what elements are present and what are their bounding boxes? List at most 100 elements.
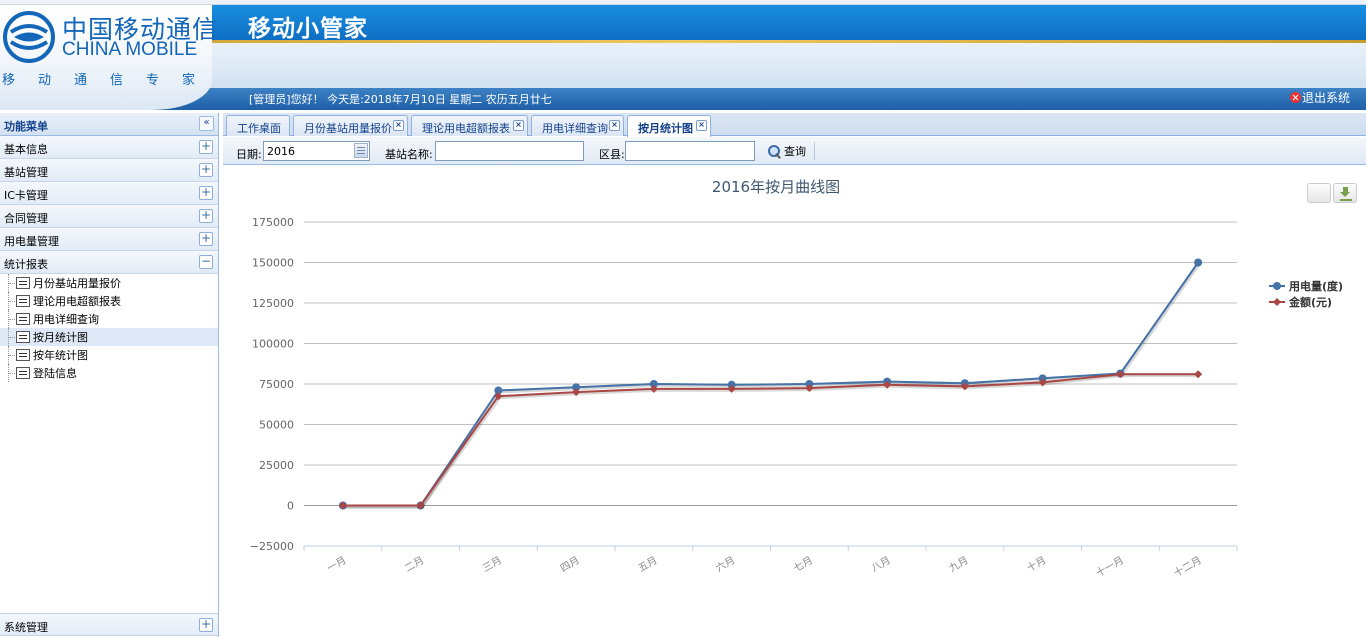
expand-icon[interactable]: +: [199, 232, 213, 246]
y-tick-label: 0: [287, 500, 294, 513]
y-tick-label: 100000: [252, 338, 294, 351]
x-tick-label: 十月: [1024, 553, 1048, 574]
chart-menu-button[interactable]: [1307, 183, 1331, 203]
close-icon[interactable]: ×: [393, 120, 404, 131]
menu-section-system-management[interactable]: 系统管理 +: [0, 613, 218, 636]
tree-line: [8, 310, 16, 328]
sidebar-header: 功能菜单 «: [0, 113, 218, 136]
download-icon-base: [1340, 199, 1352, 201]
tab-label: 用电详细查询: [542, 122, 608, 135]
tree-line: [8, 364, 16, 382]
menu-item-theoretical-power-excess-report[interactable]: 理论用电超额报表: [0, 292, 218, 310]
legend-label: 金额(元): [1288, 295, 1332, 309]
sidebar: 功能菜单 « 基本信息 + 基站管理 + IC卡管理 + 合同管理 + 用电量管…: [0, 113, 219, 637]
expand-icon[interactable]: +: [199, 140, 213, 154]
report-icon: [16, 295, 30, 307]
calendar-icon[interactable]: [354, 143, 368, 158]
menu-section-power-usage-management[interactable]: 用电量管理 +: [0, 228, 218, 251]
tab-label: 理论用电超额报表: [422, 122, 510, 135]
menu-item-monthly-chart[interactable]: 按月统计图: [0, 328, 218, 346]
tab-power-detail-query[interactable]: 用电详细查询 ×: [531, 115, 624, 136]
menu-item-label: 月份基站用量报价: [33, 277, 121, 290]
menu-item-label: 登陆信息: [33, 367, 77, 380]
x-tick-label: 九月: [947, 554, 970, 574]
menu-item-label: 按月统计图: [33, 331, 88, 344]
sidebar-collapse-button[interactable]: «: [199, 116, 214, 131]
series-line-shadow: [343, 373, 1200, 509]
download-icon: [1340, 187, 1351, 199]
menu-section-label: 基本信息: [4, 143, 48, 156]
y-tick-label: 50000: [259, 419, 294, 432]
tab-label: 月份基站用量报价: [304, 122, 392, 135]
tab-monthly-station-usage-quote[interactable]: 月份基站用量报价 ×: [293, 115, 408, 136]
logout-button[interactable]: 退出系统: [1290, 89, 1350, 106]
x-tick-label: 四月: [558, 554, 581, 574]
tab-label: 按月统计图: [638, 122, 693, 135]
legend-label: 用电量(度): [1289, 279, 1343, 293]
tab-bar: 工作桌面 月份基站用量报价 × 理论用电超额报表 × 用电详细查询 × 按月统计…: [223, 113, 1366, 137]
brand-slogan: 移动通信专家: [2, 73, 207, 88]
menu-item-login-info[interactable]: 登陆信息: [0, 364, 218, 382]
close-circle-icon: [1290, 92, 1301, 103]
expand-icon[interactable]: +: [199, 209, 213, 223]
menu-section-station-management[interactable]: 基站管理 +: [0, 159, 218, 182]
query-button[interactable]: 查询: [768, 142, 815, 160]
expand-icon[interactable]: +: [199, 163, 213, 177]
tree-line: [8, 328, 16, 346]
menu-item-monthly-station-usage-quote[interactable]: 月份基站用量报价: [0, 274, 218, 292]
query-toolbar: 日期: 基站名称: 区县: 查询: [223, 137, 1366, 165]
chart-axes: −25000 0 25000 50000 75000 100000 125000 150000…: [250, 216, 1238, 580]
expand-icon[interactable]: +: [199, 618, 213, 632]
station-name-label: 基站名称:: [385, 148, 433, 161]
x-tick-label: 三月: [481, 554, 504, 574]
tab-theoretical-power-excess-report[interactable]: 理论用电超额报表 ×: [411, 115, 528, 136]
x-tick-label: 八月: [869, 554, 892, 574]
menu-section-basic-info[interactable]: 基本信息 +: [0, 136, 218, 159]
monthly-line-chart: 2016年按月曲线图 −25000 0 25000 50000 75000 100000 1…: [250, 178, 1343, 580]
tab-monthly-chart[interactable]: 按月统计图 ×: [627, 115, 711, 137]
chart-export-button[interactable]: [1333, 183, 1357, 203]
menu-section-label: 用电量管理: [4, 235, 59, 248]
station-name-input[interactable]: [435, 141, 584, 161]
collapse-icon[interactable]: −: [199, 255, 213, 269]
x-tick-label: 六月: [714, 554, 737, 574]
brand-logo: 中国移动通信 CHINA MOBILE 移动通信专家: [0, 5, 217, 110]
menu-item-label: 用电详细查询: [33, 313, 99, 326]
menu-item-label: 理论用电超额报表: [33, 295, 121, 308]
report-icon: [16, 277, 30, 289]
tree-line: [8, 346, 16, 364]
menu-section-statistics-reports[interactable]: 统计报表 −: [0, 251, 218, 274]
x-tick-label: 七月: [792, 554, 815, 574]
app-header: 中国移动通信 CHINA MOBILE 移动通信专家 移动小管家 [管理员]您好…: [0, 0, 1366, 110]
close-icon[interactable]: ×: [513, 120, 524, 131]
tab-workbench[interactable]: 工作桌面: [226, 115, 290, 136]
tab-label: 工作桌面: [237, 122, 281, 135]
report-icon: [16, 349, 30, 361]
y-tick-label: 75000: [259, 378, 294, 391]
x-tick-label: 二月: [403, 554, 426, 574]
report-icon: [16, 313, 30, 325]
close-icon[interactable]: ×: [696, 120, 707, 131]
menu-section-ic-card-management[interactable]: IC卡管理 +: [0, 182, 218, 205]
data-point: [1194, 258, 1203, 267]
sidebar-title: 功能菜单: [4, 120, 48, 133]
china-mobile-logo-icon: [3, 11, 55, 63]
expand-icon[interactable]: +: [199, 186, 213, 200]
legend-marker: [1273, 298, 1281, 306]
x-tick-label: 十一月: [1093, 553, 1125, 579]
y-tick-label: 25000: [259, 459, 294, 472]
logout-label: 退出系统: [1302, 91, 1351, 105]
chart-title: 2016年按月曲线图: [712, 178, 840, 196]
menu-item-yearly-chart[interactable]: 按年统计图: [0, 346, 218, 364]
menu-section-contract-management[interactable]: 合同管理 +: [0, 205, 218, 228]
menu-item-power-detail-query[interactable]: 用电详细查询: [0, 310, 218, 328]
menu-section-label: IC卡管理: [4, 189, 48, 202]
date-label: 日期:: [236, 148, 262, 161]
menu-section-label: 合同管理: [4, 212, 48, 225]
x-tick-label: 十二月: [1171, 553, 1203, 579]
tree-line: [8, 274, 16, 292]
district-input[interactable]: [625, 141, 755, 161]
welcome-text: [管理员]您好！ 今天是:2018年7月10日 星期二 农历五月廿七: [249, 93, 552, 106]
close-icon[interactable]: ×: [609, 120, 620, 131]
tree-line: [8, 292, 16, 310]
